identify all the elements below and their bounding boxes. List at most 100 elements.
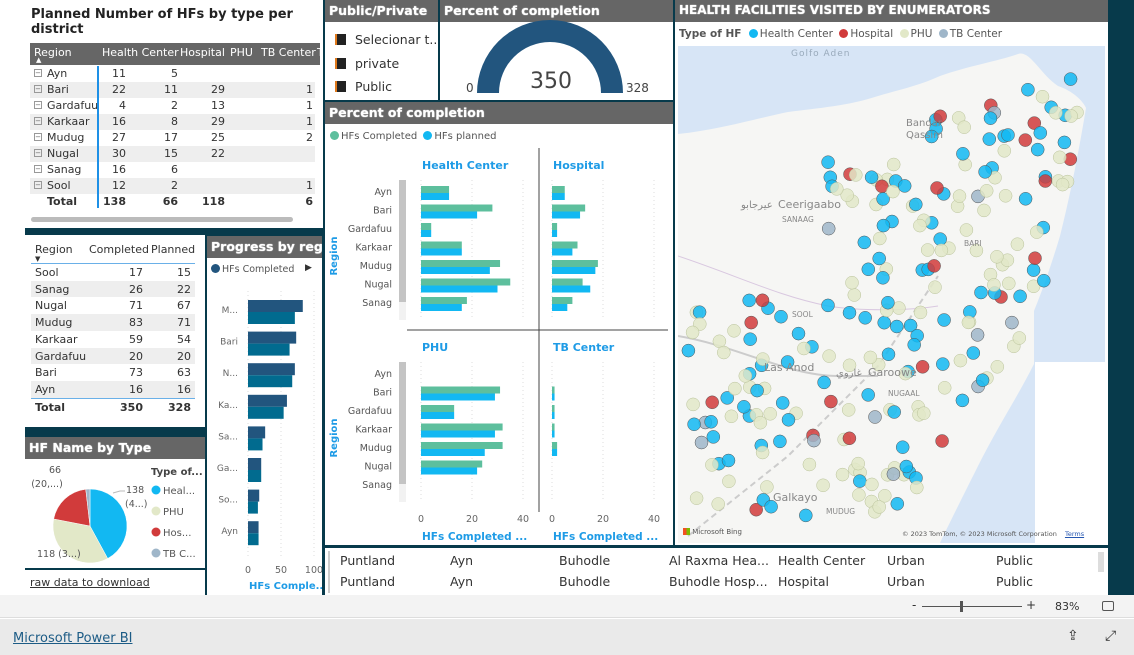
health-center-point[interactable] xyxy=(861,262,876,277)
health-center-point[interactable] xyxy=(742,293,756,308)
terms-link[interactable]: Terms xyxy=(1065,530,1084,538)
phu-point[interactable] xyxy=(763,407,777,421)
slicer-item-private[interactable]: private xyxy=(335,52,438,76)
hospital-point[interactable] xyxy=(1028,251,1042,265)
hospital-point[interactable] xyxy=(842,431,857,446)
expand-collapse-icon[interactable]: − xyxy=(34,149,42,157)
health-center-point[interactable] xyxy=(1021,82,1035,97)
expand-collapse-icon[interactable]: − xyxy=(34,117,42,125)
phu-point[interactable] xyxy=(979,184,994,198)
health-center-point[interactable] xyxy=(821,155,835,169)
health-center-point[interactable] xyxy=(706,430,721,444)
phu-point[interactable] xyxy=(822,349,836,363)
phu-point[interactable] xyxy=(689,491,704,505)
phu-point[interactable] xyxy=(865,477,879,492)
col-hospital[interactable]: Hospital xyxy=(180,46,225,59)
phu-point[interactable] xyxy=(849,168,863,182)
phu-point[interactable] xyxy=(727,324,741,338)
phu-point[interactable] xyxy=(873,231,887,246)
health-center-point[interactable] xyxy=(909,197,923,212)
phu-point[interactable] xyxy=(728,381,742,396)
tb-center-point[interactable] xyxy=(868,410,882,424)
phu-point[interactable] xyxy=(990,250,1004,264)
tb-center-point[interactable] xyxy=(970,328,985,342)
raw-data-link[interactable]: raw data to download xyxy=(30,576,150,589)
health-center-point[interactable] xyxy=(853,474,867,488)
phu-point[interactable] xyxy=(1064,109,1078,123)
hospital-point[interactable] xyxy=(755,293,770,308)
health-center-point[interactable] xyxy=(933,232,947,246)
fullscreen-icon[interactable]: ⤢ xyxy=(1105,628,1116,644)
share-icon[interactable]: ⇪ xyxy=(1067,628,1079,644)
health-center-point[interactable] xyxy=(861,388,875,402)
health-center-point[interactable] xyxy=(704,415,718,429)
phu-point[interactable] xyxy=(961,315,976,330)
health-center-point[interactable] xyxy=(1001,128,1015,142)
phu-point[interactable] xyxy=(852,488,866,502)
col-health-center[interactable]: Health Center xyxy=(102,46,179,59)
health-center-point[interactable] xyxy=(881,295,895,310)
tb-center-point[interactable] xyxy=(807,433,821,448)
hospital-point[interactable] xyxy=(1038,174,1053,188)
health-center-point[interactable] xyxy=(975,373,990,387)
phu-point[interactable] xyxy=(760,480,774,494)
phu-point[interactable] xyxy=(686,397,700,412)
phu-point[interactable] xyxy=(722,474,736,489)
phu-point[interactable] xyxy=(886,157,901,172)
zoom-in-button[interactable]: + xyxy=(1026,598,1036,612)
health-center-point[interactable] xyxy=(1030,142,1045,157)
matrix-horizontal-scrollbar[interactable] xyxy=(31,217,293,222)
health-center-point[interactable] xyxy=(899,459,914,474)
expand-collapse-icon[interactable]: − xyxy=(34,85,42,93)
phu-point[interactable] xyxy=(917,406,931,420)
phu-point[interactable] xyxy=(959,223,974,237)
phu-point[interactable] xyxy=(724,409,739,424)
col-completed[interactable]: Completed xyxy=(89,243,149,256)
col-region[interactable]: Region xyxy=(35,243,73,256)
zoom-slider[interactable] xyxy=(922,606,1022,607)
health-center-point[interactable] xyxy=(955,393,970,408)
health-center-point[interactable] xyxy=(692,305,707,319)
health-center-point[interactable] xyxy=(864,170,879,184)
phu-point[interactable] xyxy=(847,288,862,302)
health-center-point[interactable] xyxy=(1026,263,1041,277)
health-center-point[interactable] xyxy=(978,165,992,179)
phu-point[interactable] xyxy=(957,120,971,134)
health-center-point[interactable] xyxy=(781,413,796,427)
phu-point[interactable] xyxy=(998,189,1013,203)
health-center-point[interactable] xyxy=(877,315,891,330)
phu-point[interactable] xyxy=(886,184,900,199)
health-center-point[interactable] xyxy=(1018,192,1033,206)
phu-point[interactable] xyxy=(717,345,731,360)
phu-point[interactable] xyxy=(1012,331,1027,345)
health-center-point[interactable] xyxy=(857,235,872,250)
expand-collapse-icon[interactable]: − xyxy=(34,165,42,173)
hospital-point[interactable] xyxy=(930,181,944,195)
health-center-point[interactable] xyxy=(743,332,757,346)
health-center-point[interactable] xyxy=(982,132,997,146)
phu-point[interactable] xyxy=(705,458,719,472)
hospital-point[interactable] xyxy=(927,259,941,273)
health-center-point[interactable] xyxy=(907,338,921,352)
hospital-point[interactable] xyxy=(915,360,930,374)
hospital-point[interactable] xyxy=(935,434,949,448)
health-center-point[interactable] xyxy=(799,508,813,523)
health-center-point[interactable] xyxy=(1013,289,1027,304)
zoom-slider-thumb[interactable] xyxy=(960,601,963,612)
expand-collapse-icon[interactable]: − xyxy=(34,181,42,189)
health-center-point[interactable] xyxy=(681,343,696,358)
phu-point[interactable] xyxy=(953,353,968,368)
health-center-point[interactable] xyxy=(1063,72,1078,86)
phu-point[interactable] xyxy=(913,305,928,320)
phu-point[interactable] xyxy=(1002,276,1016,291)
health-center-point[interactable] xyxy=(937,313,951,327)
health-center-point[interactable] xyxy=(858,311,872,325)
phu-point[interactable] xyxy=(910,480,924,495)
phu-point[interactable] xyxy=(952,189,967,203)
slicer-item-select-all[interactable]: Selecionar t... xyxy=(335,28,438,52)
tb-center-point[interactable] xyxy=(886,467,901,481)
health-center-point[interactable] xyxy=(897,179,912,193)
health-center-point[interactable] xyxy=(687,417,701,432)
health-center-point[interactable] xyxy=(983,111,998,125)
health-center-point[interactable] xyxy=(750,383,764,398)
